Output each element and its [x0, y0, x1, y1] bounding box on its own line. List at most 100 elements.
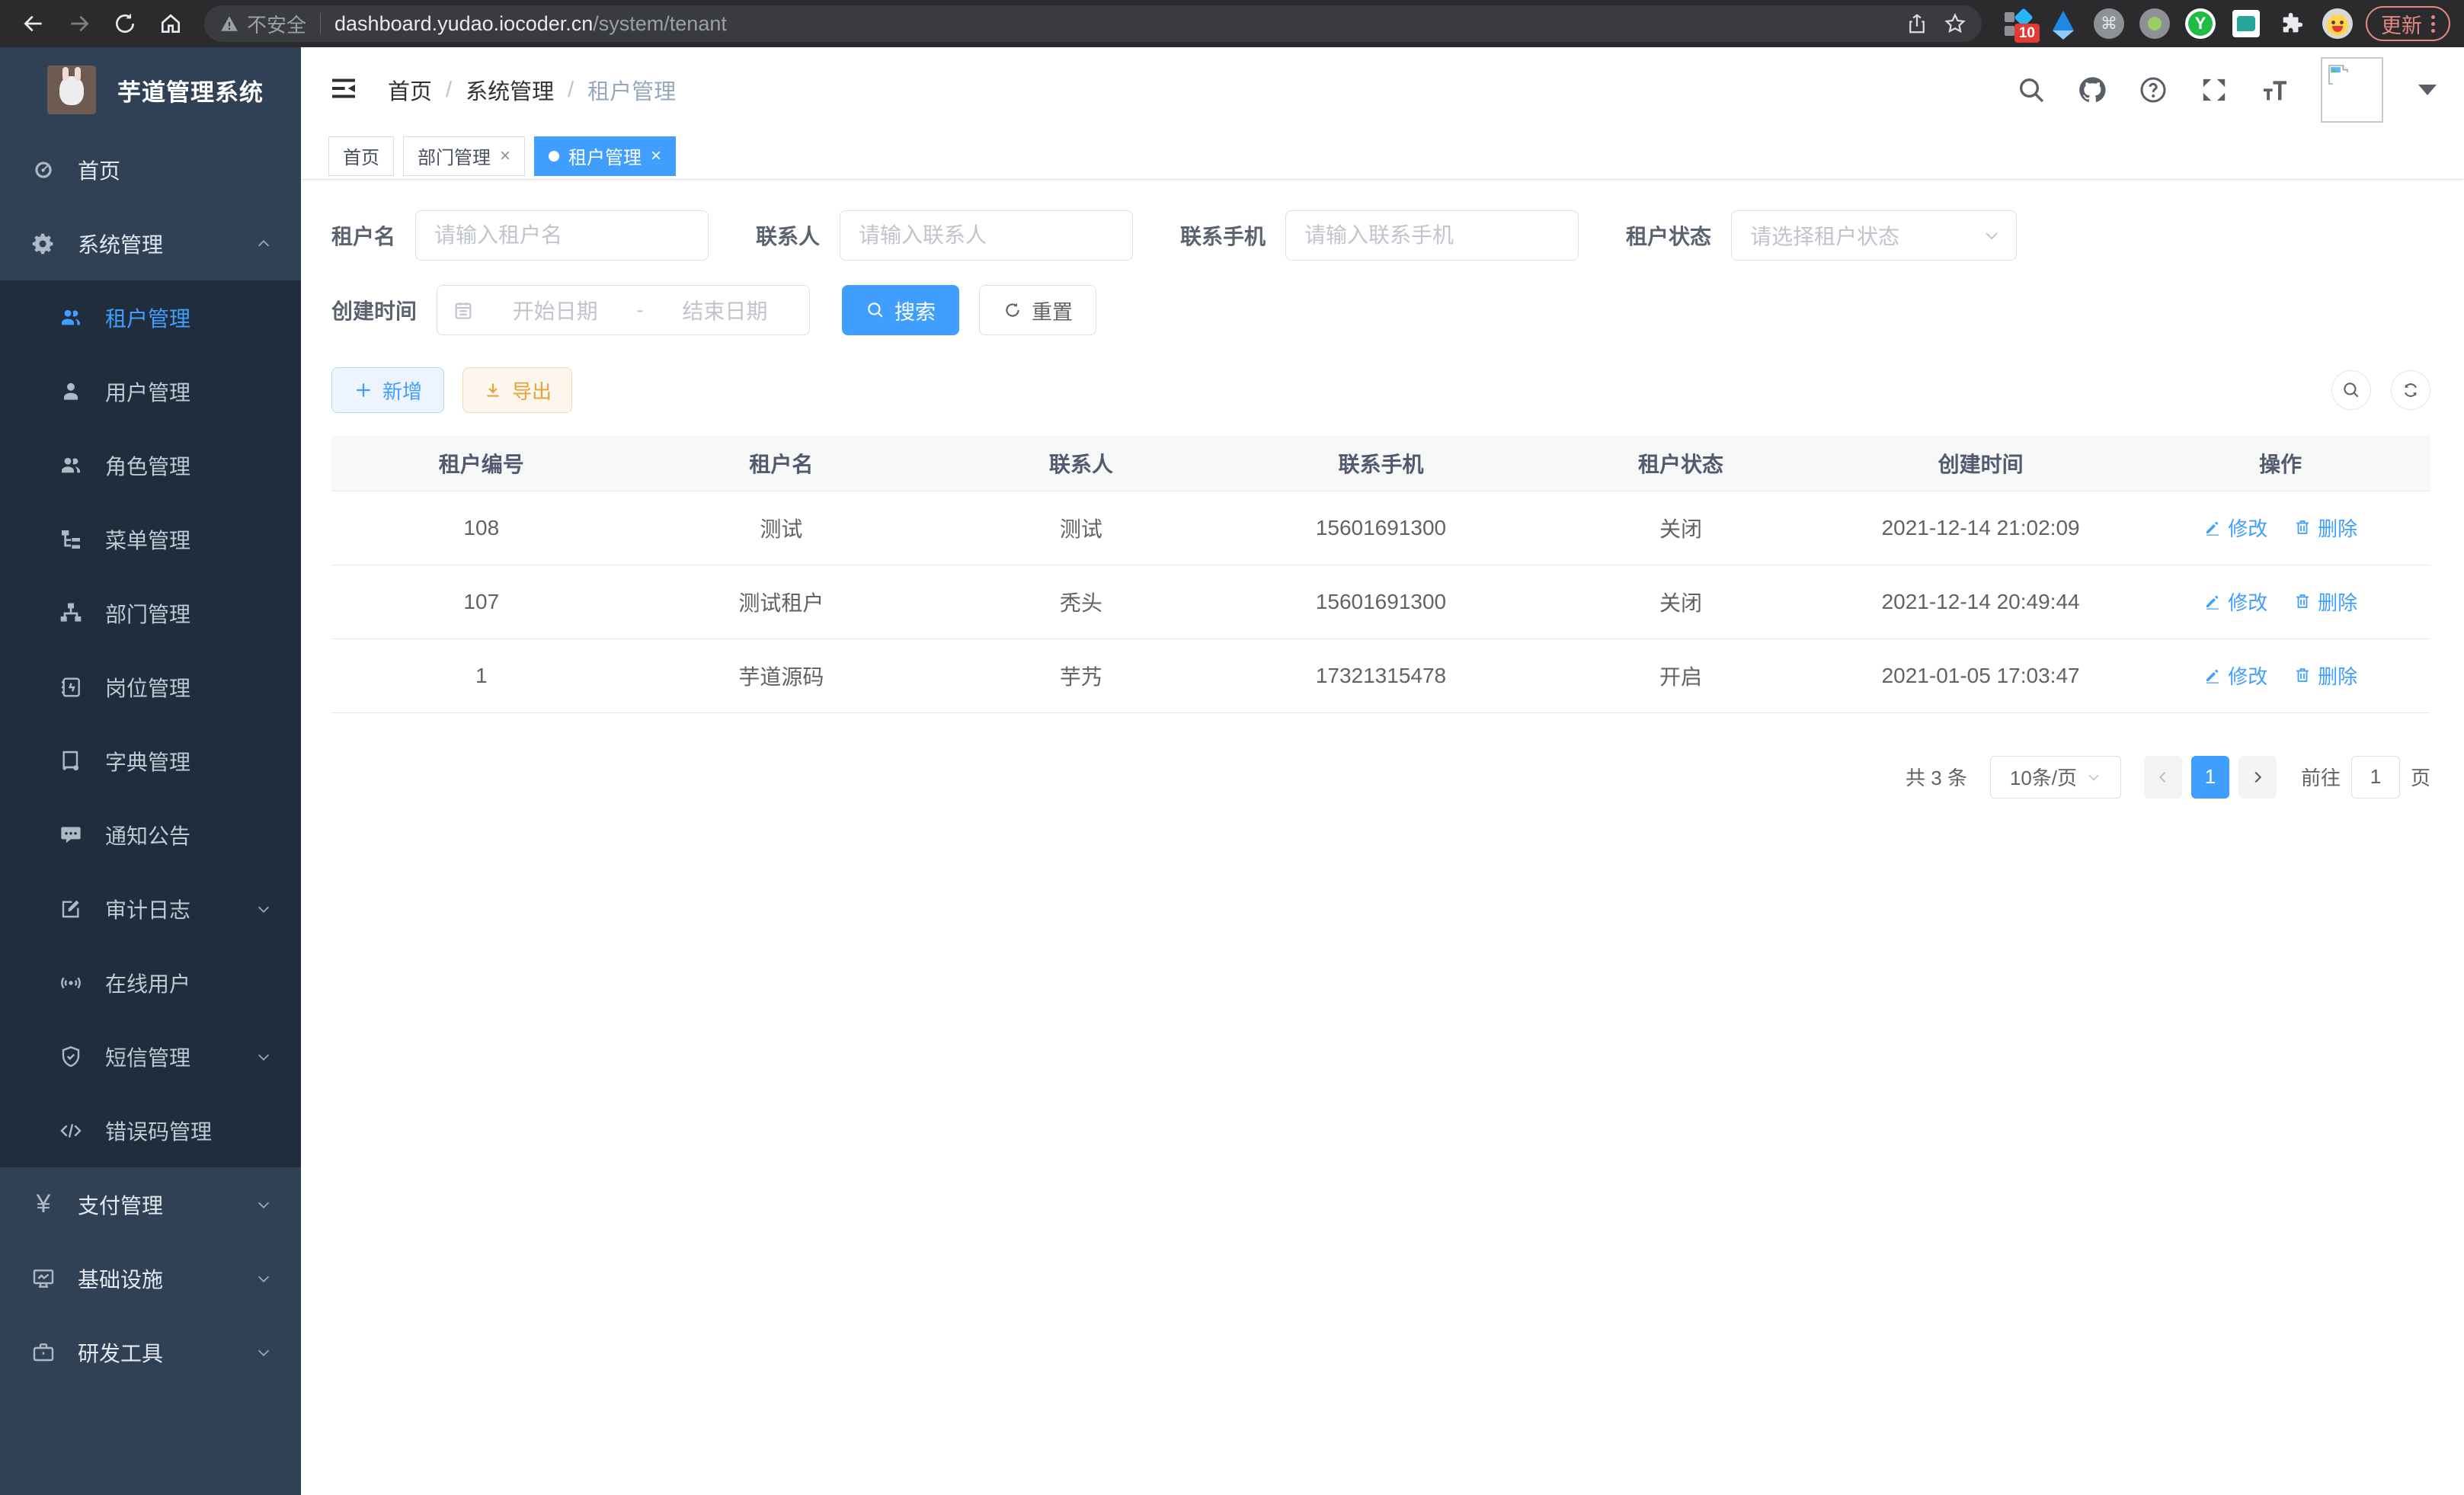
- home-icon[interactable]: [151, 5, 190, 42]
- font-size-icon[interactable]: [2260, 75, 2290, 105]
- sidebar-item-role[interactable]: 角色管理: [0, 428, 301, 502]
- delete-button[interactable]: 删除: [2293, 661, 2357, 690]
- mobile-input[interactable]: [1285, 210, 1579, 261]
- app-header: 首页 / 系统管理 / 租户管理: [301, 47, 2464, 133]
- omnibox-divider: [320, 13, 321, 34]
- trash-icon: [2293, 518, 2312, 536]
- y-extension-icon[interactable]: Y: [2184, 8, 2216, 40]
- search-icon[interactable]: [2016, 75, 2046, 105]
- chat-extension-icon[interactable]: [2230, 8, 2262, 40]
- close-icon[interactable]: ×: [651, 147, 661, 165]
- tenant-table: 租户编号 租户名 联系人 联系手机 租户状态 创建时间 操作 108 测试 测试: [331, 436, 2430, 713]
- edit-button[interactable]: 修改: [2203, 587, 2267, 616]
- breadcrumb-home[interactable]: 首页: [388, 74, 432, 106]
- sidebar-fold-icon[interactable]: [328, 73, 362, 107]
- sidebar-item-dict[interactable]: 字典管理: [0, 724, 301, 798]
- logo-avatar: [47, 66, 96, 114]
- forward-icon[interactable]: [59, 5, 99, 42]
- puzzle-extensions-icon[interactable]: [2276, 8, 2308, 40]
- page-number-1[interactable]: 1: [2191, 756, 2229, 799]
- user-avatar[interactable]: [2321, 57, 2383, 123]
- extension-grid-icon[interactable]: 10: [2002, 8, 2034, 40]
- chevron-down-icon: [255, 1344, 272, 1361]
- github-icon[interactable]: [2077, 75, 2107, 105]
- bookmark-star-icon[interactable]: [1944, 12, 1966, 35]
- breadcrumb-system[interactable]: 系统管理: [466, 74, 554, 106]
- close-icon[interactable]: ×: [500, 147, 510, 165]
- breadcrumb: 首页 / 系统管理 / 租户管理: [388, 74, 676, 106]
- avatar-dropdown-icon[interactable]: [2418, 85, 2437, 95]
- prev-page-button[interactable]: [2144, 756, 2182, 799]
- add-button[interactable]: 新增: [331, 367, 444, 413]
- next-page-button[interactable]: [2238, 756, 2277, 799]
- download-icon: [483, 380, 503, 400]
- browser-menu-icon[interactable]: [2431, 15, 2435, 33]
- profile-avatar-icon[interactable]: [2322, 8, 2354, 40]
- calendar-icon: [453, 299, 474, 321]
- delete-button[interactable]: 删除: [2293, 514, 2357, 542]
- tag-dept[interactable]: 部门管理 ×: [403, 136, 525, 176]
- goto-page-input[interactable]: [2351, 756, 2400, 799]
- status-select[interactable]: 请选择租户状态: [1731, 210, 2017, 261]
- table-row: 108 测试 测试 15601691300 关闭 2021-12-14 21:0…: [331, 491, 2430, 565]
- contact-input[interactable]: [840, 210, 1133, 261]
- chevron-down-icon: [255, 901, 272, 917]
- app-logo[interactable]: 芋道管理系统: [0, 47, 301, 133]
- url-bar[interactable]: 不安全 dashboard.yudao.iocoder.cn/system/te…: [204, 5, 1982, 42]
- sidebar-item-dept[interactable]: 部门管理: [0, 576, 301, 650]
- chevron-down-icon: [1982, 226, 2001, 245]
- help-icon[interactable]: [2138, 75, 2168, 105]
- sidebar-item-errorcode[interactable]: 错误码管理: [0, 1093, 301, 1167]
- search-icon: [2341, 380, 2361, 400]
- sidebar-item-pay[interactable]: ¥ 支付管理: [0, 1167, 301, 1241]
- record-extension-icon[interactable]: [2139, 8, 2171, 40]
- edit-button[interactable]: 修改: [2203, 661, 2267, 690]
- delete-button[interactable]: 删除: [2293, 587, 2357, 616]
- fullscreen-icon[interactable]: [2199, 75, 2229, 105]
- chevron-right-icon: [2249, 769, 2266, 786]
- command-extension-icon[interactable]: ⌘: [2093, 8, 2125, 40]
- gear-icon: [30, 231, 56, 257]
- edit-button[interactable]: 修改: [2203, 514, 2267, 542]
- sidebar-item-online-users[interactable]: 在线用户: [0, 946, 301, 1020]
- col-created: 创建时间: [1831, 436, 2131, 491]
- edit-pen-icon: [2203, 592, 2222, 610]
- sidebar-item-notice[interactable]: 通知公告: [0, 798, 301, 872]
- back-icon[interactable]: [14, 5, 53, 42]
- tenant-name-input[interactable]: [415, 210, 709, 261]
- sidebar-menu: 首页 系统管理 租户管理: [0, 133, 301, 1495]
- sidebar-item-home[interactable]: 首页: [0, 133, 301, 206]
- sidebar-item-system[interactable]: 系统管理: [0, 206, 301, 280]
- chevron-down-icon: [2086, 770, 2101, 785]
- refresh-icon: [1003, 300, 1022, 320]
- show-search-button[interactable]: [2331, 370, 2371, 410]
- reset-button[interactable]: 重置: [979, 285, 1096, 335]
- reload-icon[interactable]: [105, 5, 145, 42]
- sidebar-item-post[interactable]: 岗位管理: [0, 650, 301, 724]
- sidebar-item-tenant[interactable]: 租户管理: [0, 280, 301, 354]
- warning-icon: [219, 14, 239, 34]
- sidebar-item-audit-log[interactable]: 审计日志: [0, 872, 301, 946]
- chrome-update-button[interactable]: 更新: [2366, 6, 2450, 41]
- date-range-picker[interactable]: 开始日期 - 结束日期: [437, 285, 810, 335]
- sidebar-item-infra[interactable]: 基础设施: [0, 1241, 301, 1315]
- total-count: 共 3 条: [1906, 763, 1967, 791]
- sidebar-item-menu[interactable]: 菜单管理: [0, 502, 301, 576]
- share-icon[interactable]: [1906, 12, 1928, 35]
- tag-tenant-active[interactable]: 租户管理 ×: [534, 136, 676, 176]
- kite-extension-icon[interactable]: [2047, 8, 2079, 40]
- page-size-select[interactable]: 10条/页: [1990, 756, 2121, 799]
- export-button[interactable]: 导出: [462, 367, 572, 413]
- security-warning[interactable]: 不安全: [219, 10, 306, 38]
- tag-home[interactable]: 首页: [328, 136, 394, 176]
- refresh-table-button[interactable]: [2391, 370, 2430, 410]
- sidebar-item-user[interactable]: 用户管理: [0, 354, 301, 428]
- status-value: 关闭: [1531, 565, 1831, 639]
- col-status: 租户状态: [1531, 436, 1831, 491]
- sidebar-item-devtools[interactable]: 研发工具: [0, 1315, 301, 1389]
- refresh-icon: [2401, 380, 2421, 400]
- end-date-placeholder: 结束日期: [656, 295, 794, 325]
- sidebar-item-sms[interactable]: 短信管理: [0, 1020, 301, 1093]
- edit-pen-icon: [2203, 518, 2222, 536]
- search-button[interactable]: 搜索: [842, 285, 959, 335]
